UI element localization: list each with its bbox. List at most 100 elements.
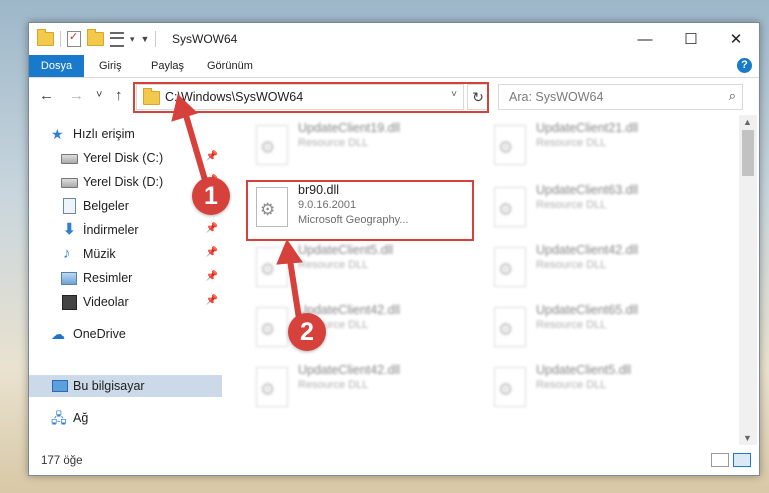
pin-icon: 📌 [205, 271, 218, 282]
file-tile[interactable]: UpdateClient65.dll Resource DLL [488, 301, 718, 357]
sidebar-item-label: OneDrive [73, 327, 126, 341]
sidebar-item-label: Yerel Disk (D:) [83, 175, 164, 189]
file-tile[interactable]: UpdateClient63.dll Resource DLL [488, 181, 718, 237]
file-company: Microsoft Geography... [298, 214, 409, 226]
dll-file-icon [256, 367, 288, 407]
details-view-icon[interactable] [711, 453, 729, 467]
up-arrow-icon[interactable]: ↑ [115, 87, 123, 104]
address-path: C:\Windows\SysWOW64 [165, 90, 304, 104]
dll-file-icon [494, 247, 526, 287]
onedrive-cloud-icon: ☁ [51, 326, 65, 342]
drive-icon [61, 178, 78, 188]
pictures-icon [61, 272, 77, 285]
close-button[interactable]: ✕ [713, 23, 759, 55]
file-tile-br90[interactable]: br90.dll 9.0.16.2001 Microsoft Geography… [250, 181, 480, 237]
scroll-up-icon[interactable]: ▲ [743, 117, 752, 127]
help-icon[interactable]: ? [737, 58, 752, 73]
file-tile[interactable]: UpdateClient21.dll Resource DLL [488, 119, 718, 175]
large-icons-view-icon[interactable] [733, 453, 751, 467]
file-name: UpdateClient21.dll [536, 121, 639, 135]
sidebar-item-network[interactable]: 🖧 Ağ [29, 407, 222, 429]
sidebar-item-label: Müzik [83, 247, 116, 261]
toolbar-divider [155, 31, 157, 47]
file-name: UpdateClient42.dll [298, 363, 401, 377]
network-icon: 🖧 [51, 410, 67, 426]
file-version: 9.0.16.2001 [298, 199, 357, 211]
file-tile[interactable]: UpdateClient5.dll Resource DLL [488, 361, 718, 417]
tab-home[interactable]: Giriş [99, 55, 122, 77]
file-tile[interactable]: UpdateClient42.dll Resource DLL [250, 301, 480, 357]
pin-icon: 📌 [205, 223, 218, 234]
tab-file[interactable]: Dosya [29, 55, 84, 77]
callout-marker-2: 2 [288, 313, 326, 351]
sidebar-item-quick-access[interactable]: ★ Hızlı erişim [29, 123, 222, 145]
new-folder-icon[interactable] [87, 29, 104, 46]
file-tile[interactable]: UpdateClient5.dll Resource DLL [250, 241, 480, 297]
search-icon[interactable]: ⌕ [729, 88, 736, 104]
quick-access-toolbar: ▾ ▼ [37, 29, 157, 47]
downloads-icon: ⬇ [63, 221, 76, 238]
sidebar-item-this-pc[interactable]: Bu bilgisayar [29, 375, 222, 397]
sidebar-item-label: Hızlı erişim [73, 127, 135, 141]
sidebar-item-local-disk-c[interactable]: Yerel Disk (C:) 📌 [29, 147, 222, 169]
drive-icon [61, 154, 78, 164]
file-description: Resource DLL [298, 259, 369, 271]
search-box[interactable]: Ara: SysWOW64 ⌕ [498, 84, 743, 110]
pin-icon: 📌 [205, 151, 218, 162]
search-placeholder: Ara: SysWOW64 [509, 90, 604, 104]
ribbon-tabs: Dosya Giriş Paylaş Görünüm ? [29, 55, 759, 78]
file-description: Resource DLL [536, 137, 607, 149]
tab-share[interactable]: Paylaş [151, 55, 184, 77]
file-name: UpdateClient65.dll [536, 303, 639, 317]
properties-icon[interactable] [67, 30, 81, 47]
dll-file-icon [256, 125, 288, 165]
navigation-pane: ★ Hızlı erişim Yerel Disk (C:) 📌 Yerel D… [29, 115, 222, 445]
refresh-button[interactable]: ↻ [467, 84, 489, 110]
documents-icon [63, 198, 76, 214]
sidebar-item-pictures[interactable]: Resimler 📌 [29, 267, 222, 289]
sidebar-item-label: Belgeler [83, 199, 129, 213]
sidebar-item-onedrive[interactable]: ☁ OneDrive [29, 323, 222, 345]
forward-arrow-icon[interactable]: → [69, 87, 84, 104]
file-description: Resource DLL [536, 319, 607, 331]
explorer-window: ▾ ▼ SysWOW64 — ☐ ✕ Dosya Giriş Paylaş Gö… [28, 22, 760, 476]
maximize-button[interactable]: ☐ [668, 23, 714, 55]
minimize-button[interactable]: — [622, 23, 668, 55]
dll-file-icon [494, 187, 526, 227]
recent-locations-icon[interactable]: ˅ [96, 89, 102, 101]
window-title: SysWOW64 [172, 32, 238, 46]
pin-icon: 📌 [205, 247, 218, 258]
vertical-scrollbar[interactable]: ▲ ▼ [739, 115, 757, 445]
sidebar-item-videos[interactable]: Videolar 📌 [29, 291, 222, 313]
dll-file-icon [256, 187, 288, 227]
tab-view[interactable]: Görünüm [207, 55, 253, 77]
chevron-down-icon[interactable]: ˅ [451, 89, 457, 100]
music-icon: ♪ [63, 245, 71, 262]
file-name: br90.dll [298, 183, 339, 197]
sidebar-item-label: Bu bilgisayar [73, 379, 145, 393]
item-count: 177 öğe [41, 455, 83, 467]
file-tile[interactable]: UpdateClient42.dll Resource DLL [250, 361, 480, 417]
folder-icon [143, 88, 160, 105]
file-tile[interactable]: UpdateClient19.dll Resource DLL [250, 119, 480, 175]
folder-icon [37, 29, 54, 46]
file-tile[interactable]: UpdateClient42.dll Resource DLL [488, 241, 718, 297]
back-arrow-icon[interactable]: ← [39, 87, 54, 104]
navigation-bar: ← → ˅ ↑ C:\Windows\SysWOW64 ˅ ↻ Ara: Sys… [29, 78, 759, 114]
sidebar-item-label: Resimler [83, 271, 133, 285]
sidebar-item-downloads[interactable]: ⬇ İndirmeler 📌 [29, 219, 222, 241]
chevron-down-icon[interactable]: ▾ [130, 34, 135, 45]
pin-icon: 📌 [205, 295, 218, 306]
videos-icon [62, 295, 77, 310]
file-name: UpdateClient63.dll [536, 183, 639, 197]
scroll-thumb[interactable] [742, 130, 754, 176]
view-options-icon[interactable] [110, 31, 124, 47]
file-description: Resource DLL [298, 379, 369, 391]
customize-toolbar-icon[interactable]: ▼ [141, 34, 150, 44]
file-name: UpdateClient19.dll [298, 121, 401, 135]
callout-marker-1: 1 [192, 177, 230, 215]
scroll-down-icon[interactable]: ▼ [743, 433, 752, 443]
address-bar[interactable]: C:\Windows\SysWOW64 ˅ [136, 84, 464, 110]
sidebar-item-music[interactable]: ♪ Müzik 📌 [29, 243, 222, 265]
title-bar: ▾ ▼ SysWOW64 — ☐ ✕ [29, 23, 759, 55]
